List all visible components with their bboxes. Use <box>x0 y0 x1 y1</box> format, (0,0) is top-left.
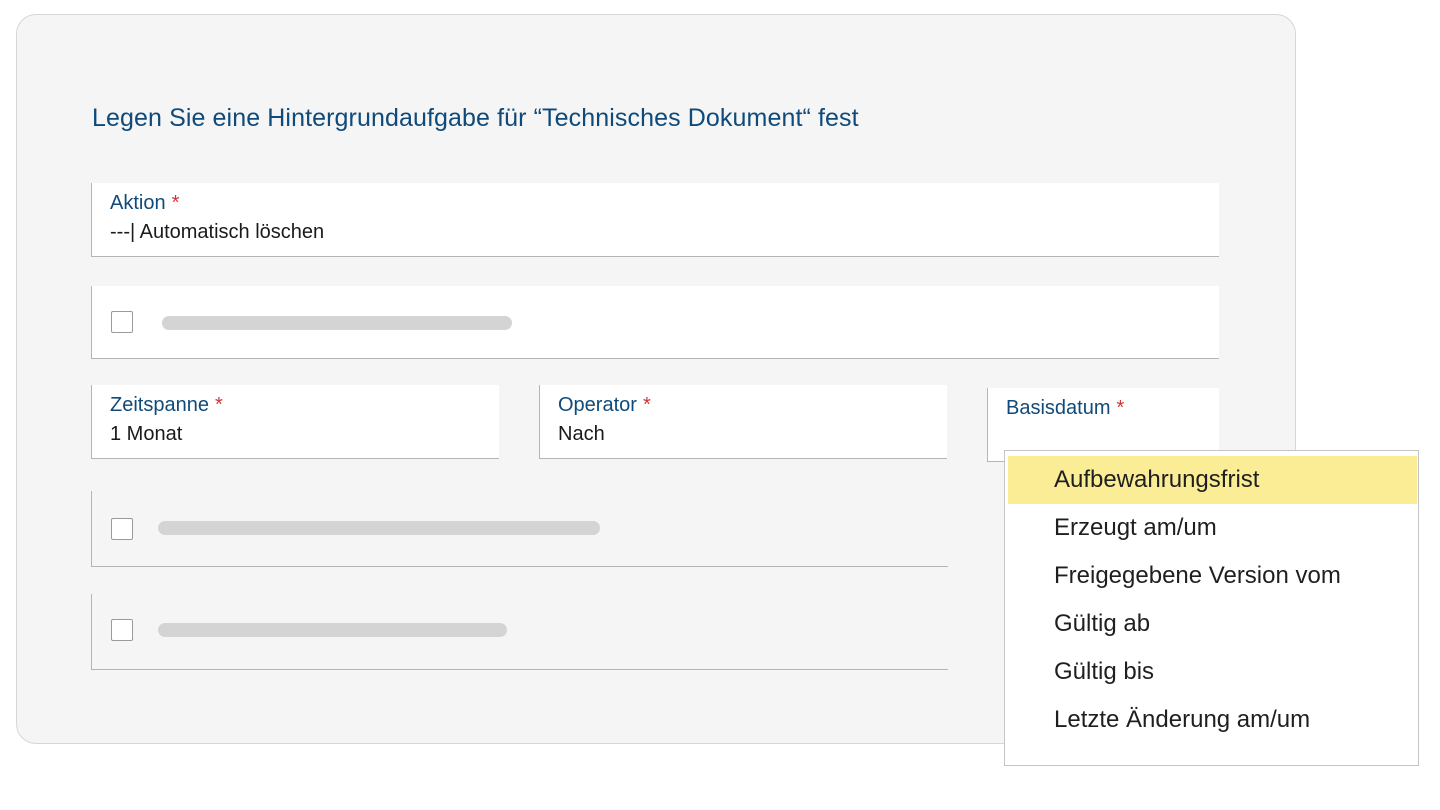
aktion-value: ---| Automatisch löschen <box>110 221 325 243</box>
required-marker: * <box>1116 397 1125 419</box>
operator-value: Nach <box>558 423 605 445</box>
dropdown-option-gueltig-bis[interactable]: Gültig bis <box>1008 648 1417 696</box>
option-checkbox-2[interactable] <box>111 518 133 540</box>
dropdown-option-erzeugt[interactable]: Erzeugt am/um <box>1008 504 1417 552</box>
aktion-field[interactable]: Aktion * ---| Automatisch löschen <box>91 183 1219 257</box>
basisdatum-label-text: Basisdatum <box>1006 397 1111 419</box>
zeitspanne-label: Zeitspanne * <box>110 394 223 417</box>
placeholder-bar <box>158 521 600 535</box>
operator-label-text: Operator <box>558 394 637 416</box>
option-row-3 <box>91 594 948 670</box>
dropdown-option-aufbewahrungsfrist[interactable]: Aufbewahrungsfrist <box>1008 456 1417 504</box>
required-marker: * <box>642 394 651 416</box>
dropdown-option-freigegebene-version[interactable]: Freigegebene Version vom <box>1008 552 1417 600</box>
aktion-label-text: Aktion <box>110 192 166 214</box>
operator-label: Operator * <box>558 394 651 417</box>
option-row-2 <box>91 491 948 567</box>
basisdatum-label: Basisdatum * <box>1006 397 1124 420</box>
dropdown-option-gueltig-ab[interactable]: Gültig ab <box>1008 600 1417 648</box>
operator-field[interactable]: Operator * Nach <box>539 385 947 459</box>
aktion-label: Aktion * <box>110 192 179 215</box>
zeitspanne-field[interactable]: Zeitspanne * 1 Monat <box>91 385 499 459</box>
required-marker: * <box>214 394 223 416</box>
placeholder-bar <box>158 623 507 637</box>
option-checkbox-1[interactable] <box>111 311 133 333</box>
basisdatum-dropdown: Aufbewahrungsfrist Erzeugt am/um Freigeg… <box>1004 450 1419 766</box>
zeitspanne-value: 1 Monat <box>110 423 183 445</box>
zeitspanne-label-text: Zeitspanne <box>110 394 209 416</box>
required-marker: * <box>171 192 180 214</box>
dropdown-option-letzte-aenderung[interactable]: Letzte Änderung am/um <box>1008 696 1417 744</box>
dialog-title: Legen Sie eine Hintergrundaufgabe für “T… <box>92 104 859 132</box>
option-row-1 <box>91 286 1219 359</box>
placeholder-bar <box>162 316 512 330</box>
option-checkbox-3[interactable] <box>111 619 133 641</box>
